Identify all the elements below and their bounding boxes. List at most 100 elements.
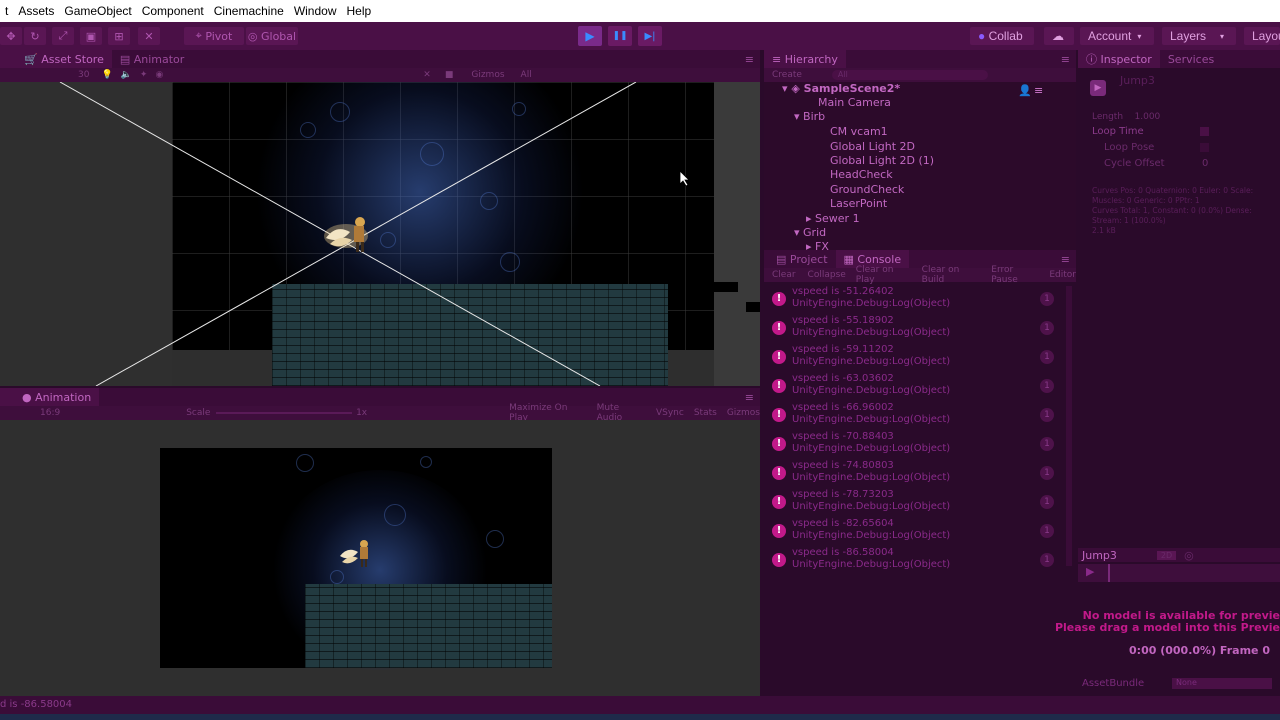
pivot-button[interactable]: ⌖ Pivot bbox=[184, 27, 244, 45]
gizmos-dropdown[interactable]: Gizmos bbox=[471, 70, 504, 80]
console-entry[interactable]: ! vspeed is -55.18902 UnityEngine.Debug:Lo… bbox=[764, 315, 1064, 343]
stats-toggle[interactable]: Stats bbox=[694, 408, 717, 418]
pause-button[interactable]: ❚❚ bbox=[608, 26, 632, 46]
move-tool-icon[interactable]: ✥ bbox=[0, 27, 22, 45]
hierarchy-item-birb[interactable]: ▾ Birb bbox=[794, 110, 825, 123]
aspect-dropdown[interactable]: 16:9 bbox=[40, 408, 60, 418]
console-entry[interactable]: ! vspeed is -78.73203 UnityEngine.Debug:Lo… bbox=[764, 489, 1064, 517]
panel-menu-icon[interactable]: ≡ bbox=[745, 53, 760, 66]
scale-slider[interactable] bbox=[216, 412, 353, 414]
preview-play-icon[interactable]: ▶ bbox=[1086, 565, 1094, 578]
account-dropdown[interactable]: Account ▾ bbox=[1080, 27, 1154, 45]
tab-project[interactable]: ▤ Project bbox=[764, 250, 836, 268]
light-icon[interactable]: 💡 bbox=[101, 70, 112, 80]
cloud-button[interactable]: ☁ bbox=[1044, 27, 1074, 45]
create-dropdown[interactable]: Create bbox=[772, 70, 802, 80]
game-view[interactable] bbox=[0, 420, 760, 696]
step-button[interactable]: ▶| bbox=[638, 26, 662, 46]
collab-button[interactable]: ● Collab bbox=[970, 27, 1034, 45]
preview-timeline[interactable]: ▶ bbox=[1078, 564, 1280, 582]
menu-component[interactable]: Component bbox=[137, 4, 209, 18]
preview-scrubber[interactable] bbox=[1108, 564, 1110, 582]
camera-icon[interactable]: ■ bbox=[445, 70, 454, 80]
panel-menu-icon[interactable]: ≡ bbox=[745, 391, 760, 404]
loop-time-checkbox[interactable] bbox=[1200, 127, 1209, 136]
hierarchy-search-input[interactable]: All bbox=[831, 70, 988, 80]
clear-on-play-button[interactable]: Clear on Play bbox=[856, 265, 914, 285]
hierarchy-item-fx[interactable]: ▸ FX bbox=[806, 240, 829, 250]
menu-assets[interactable]: Assets bbox=[13, 4, 59, 18]
console-entry[interactable]: ! vspeed is -51.26402 UnityEngine.Debug:Lo… bbox=[764, 286, 1064, 314]
user-icon[interactable]: 👤 bbox=[1018, 84, 1032, 97]
hierarchy-item-sewer-1[interactable]: ▸ Sewer 1 bbox=[806, 212, 860, 225]
panel-menu-icon[interactable]: ≡ bbox=[1061, 53, 1076, 66]
tab-asset-store[interactable]: 🛒 Asset Store bbox=[0, 50, 112, 68]
rotate-tool-icon[interactable]: ↻ bbox=[24, 27, 46, 45]
console-scrollbar[interactable] bbox=[1066, 286, 1072, 566]
tab-hierarchy[interactable]: ≡ Hierarchy bbox=[764, 50, 846, 68]
preview-settings-icon[interactable]: ◎ bbox=[1184, 549, 1194, 562]
menu-file-partial[interactable]: t bbox=[0, 4, 13, 18]
bird-character bbox=[324, 217, 368, 252]
collapse-count-badge: 1 bbox=[1040, 466, 1054, 480]
console-entry[interactable]: ! vspeed is -66.96002 UnityEngine.Debug:Lo… bbox=[764, 402, 1064, 430]
tab-inspector[interactable]: ⓘ Inspector bbox=[1078, 50, 1160, 68]
hierarchy-item-global-light-2d[interactable]: Global Light 2D bbox=[830, 140, 915, 153]
preview-mode-button[interactable]: 2D bbox=[1156, 550, 1177, 560]
cycle-offset-value[interactable]: 0 bbox=[1202, 158, 1208, 169]
panel-menu-icon[interactable]: ≡ bbox=[1061, 253, 1076, 266]
hierarchy-item-groundcheck[interactable]: GroundCheck bbox=[830, 183, 904, 196]
hierarchy-item-laserpoint[interactable]: LaserPoint bbox=[830, 197, 887, 210]
scene-tool-icon[interactable]: ✕ bbox=[423, 70, 431, 80]
console-entry[interactable]: ! vspeed is -82.65604 UnityEngine.Debug:Lo… bbox=[764, 518, 1064, 546]
cycle-offset-label: Cycle Offset bbox=[1104, 158, 1165, 169]
error-pause-button[interactable]: Error Pause bbox=[991, 265, 1041, 285]
scale-label: Scale bbox=[186, 408, 211, 418]
layout-dropdown[interactable]: Layou bbox=[1244, 27, 1280, 45]
play-button[interactable]: ▶ bbox=[578, 26, 602, 46]
hierarchy-item-global-light-2d-1[interactable]: Global Light 2D (1) bbox=[830, 154, 934, 167]
preview-time: 0:00 (000.0%) Frame 0 bbox=[1129, 644, 1270, 657]
scale-tool-icon[interactable]: ⤢ bbox=[52, 27, 74, 45]
console-entry[interactable]: ! vspeed is -59.11202 UnityEngine.Debug:Lo… bbox=[764, 344, 1064, 372]
tab-services[interactable]: Services bbox=[1160, 50, 1222, 68]
tab-animation[interactable]: ● Animation bbox=[0, 388, 100, 406]
clear-on-build-button[interactable]: Clear on Build bbox=[922, 265, 984, 285]
scene-view[interactable] bbox=[0, 82, 760, 386]
global-button[interactable]: ◎ Global bbox=[246, 27, 298, 45]
effects-icon[interactable]: ✦ bbox=[140, 70, 148, 80]
tab-animator[interactable]: ▤ Animator bbox=[112, 50, 192, 68]
transform-tool-icon[interactable]: ⊞ bbox=[108, 27, 130, 45]
hidden-icon[interactable]: ◉ bbox=[155, 70, 163, 80]
scene-root[interactable]: ▾ ◈ SampleScene2* bbox=[782, 82, 900, 95]
console-entry[interactable]: ! vspeed is -63.03602 UnityEngine.Debug:Lo… bbox=[764, 373, 1064, 401]
shaded-mode[interactable]: 30 bbox=[78, 70, 89, 80]
scene-menu-icon[interactable]: ≡ bbox=[1034, 84, 1043, 97]
assetbundle-dropdown[interactable]: None bbox=[1172, 678, 1272, 689]
clear-button[interactable]: Clear bbox=[772, 270, 796, 280]
collapse-button[interactable]: Collapse bbox=[808, 270, 846, 280]
custom-tool-icon[interactable]: ✕ bbox=[138, 27, 160, 45]
editor-dropdown[interactable]: Editor bbox=[1049, 270, 1076, 280]
menu-window[interactable]: Window bbox=[289, 4, 342, 18]
console-entry[interactable]: ! vspeed is -74.80803 UnityEngine.Debug:Lo… bbox=[764, 460, 1064, 488]
hierarchy-item-headcheck[interactable]: HeadCheck bbox=[830, 168, 893, 181]
info-circle-icon: ⓘ bbox=[1086, 53, 1101, 66]
scene-search[interactable]: All bbox=[521, 70, 532, 80]
hierarchy-item-main-camera[interactable]: Main Camera bbox=[818, 96, 891, 109]
menu-help[interactable]: Help bbox=[342, 4, 377, 18]
hierarchy-item-grid[interactable]: ▾ Grid bbox=[794, 226, 826, 239]
menu-cinemachine[interactable]: Cinemachine bbox=[209, 4, 289, 18]
audio-icon[interactable]: 🔈 bbox=[121, 70, 132, 80]
console-entry[interactable]: ! vspeed is -86.58004 UnityEngine.Debug:Lo… bbox=[764, 547, 1064, 575]
menu-gameobject[interactable]: GameObject bbox=[59, 4, 136, 18]
status-message[interactable]: d is -86.58004 bbox=[0, 699, 72, 710]
vsync-toggle[interactable]: VSync bbox=[656, 408, 684, 418]
console-entry[interactable]: ! vspeed is -70.88403 UnityEngine.Debug:Lo… bbox=[764, 431, 1064, 459]
hierarchy-item-cm-vcam1[interactable]: CM vcam1 bbox=[830, 125, 888, 138]
layers-dropdown[interactable]: Layers ▾ bbox=[1162, 27, 1236, 45]
collapse-count-badge: 1 bbox=[1040, 495, 1054, 509]
gizmos-toggle[interactable]: Gizmos bbox=[727, 408, 760, 418]
rect-tool-icon[interactable]: ▣ bbox=[80, 27, 102, 45]
loop-pose-checkbox[interactable] bbox=[1200, 143, 1209, 152]
